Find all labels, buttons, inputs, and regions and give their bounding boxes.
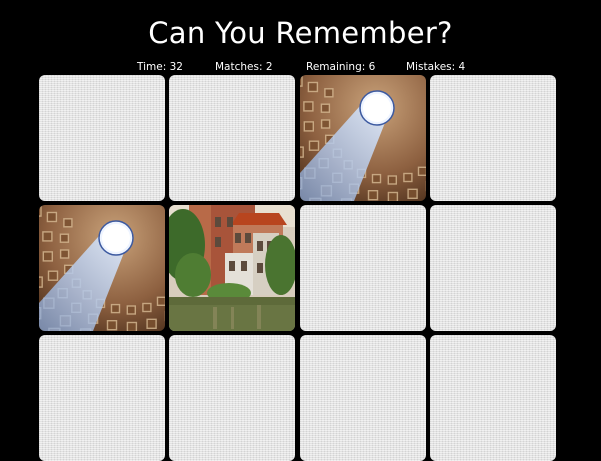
memory-card[interactable] bbox=[300, 205, 426, 331]
memory-card[interactable] bbox=[39, 335, 165, 461]
memory-card[interactable] bbox=[39, 205, 165, 331]
memory-card[interactable] bbox=[430, 205, 556, 331]
time-counter: Time: 32 bbox=[137, 61, 183, 73]
memory-card[interactable] bbox=[39, 75, 165, 201]
remaining-counter: Remaining: 6 bbox=[306, 61, 376, 73]
game-title: Can You Remember? bbox=[148, 16, 453, 50]
memory-card[interactable] bbox=[430, 75, 556, 201]
memory-card[interactable] bbox=[169, 75, 295, 201]
matches-counter: Matches: 2 bbox=[215, 61, 273, 73]
pantheon-dome-image bbox=[300, 75, 426, 201]
memory-card[interactable] bbox=[300, 335, 426, 461]
stats-bar: Time: 32 Matches: 2 Remaining: 6 Mistake… bbox=[0, 61, 601, 75]
memory-card[interactable] bbox=[430, 335, 556, 461]
card-grid bbox=[39, 75, 559, 461]
memory-card[interactable] bbox=[169, 205, 295, 331]
pantheon-dome-image bbox=[39, 205, 165, 331]
memory-card[interactable] bbox=[169, 335, 295, 461]
mistakes-counter: Mistakes: 4 bbox=[406, 61, 466, 73]
memory-card[interactable] bbox=[300, 75, 426, 201]
canal-houses-image bbox=[169, 205, 295, 331]
